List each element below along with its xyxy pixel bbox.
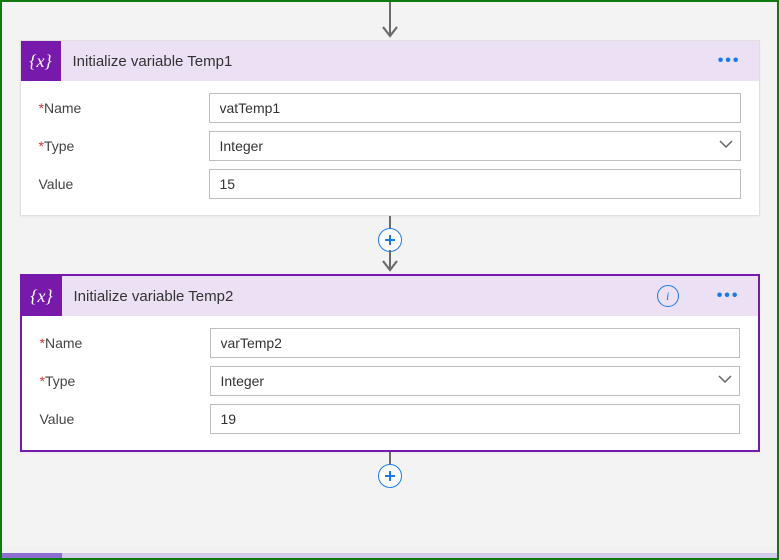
value-label: Value [40,411,210,427]
value-row: Value [39,169,741,199]
value-row: Value [40,404,740,434]
add-step-button[interactable] [378,228,402,252]
add-step-button[interactable] [378,464,402,488]
more-menu-button[interactable]: ••• [714,52,745,70]
value-label: Value [39,176,209,192]
name-row: *Name [39,93,741,123]
type-label: *Type [39,138,209,154]
progress-fill [2,553,62,558]
progress-area [2,546,777,558]
card-header[interactable]: {x} Initialize variable Temp1 ••• [21,41,759,81]
progress-bar [2,553,777,558]
card-title: Initialize variable Temp2 [74,288,645,305]
card-body: *Name *Type Value [21,81,759,215]
more-menu-button[interactable]: ••• [713,287,744,305]
name-label: *Name [39,100,209,116]
card-body: *Name *Type Value [22,316,758,450]
connector-arrow [382,2,398,40]
value-input[interactable] [209,169,741,199]
variable-icon: {x} [22,276,62,316]
action-card-temp1[interactable]: {x} Initialize variable Temp1 ••• *Name … [20,40,760,216]
card-title: Initialize variable Temp1 [73,53,702,70]
type-row: *Type [39,131,741,161]
arrow-down-icon [382,26,398,40]
type-label: *Type [40,373,210,389]
value-input[interactable] [210,404,740,434]
type-row: *Type [40,366,740,396]
name-label: *Name [40,335,210,351]
arrow-down-icon [382,260,398,274]
info-button[interactable]: i [657,285,679,307]
action-card-temp2[interactable]: {x} Initialize variable Temp2 i ••• *Nam… [20,274,760,452]
connector-arrow [378,452,402,486]
name-input[interactable] [209,93,741,123]
connector-arrow [378,216,402,274]
variable-icon: {x} [21,41,61,81]
name-row: *Name [40,328,740,358]
flow-canvas: {x} Initialize variable Temp1 ••• *Name … [2,2,777,486]
type-select[interactable] [210,366,740,396]
name-input[interactable] [210,328,740,358]
type-select[interactable] [209,131,741,161]
card-header[interactable]: {x} Initialize variable Temp2 i ••• [22,276,758,316]
